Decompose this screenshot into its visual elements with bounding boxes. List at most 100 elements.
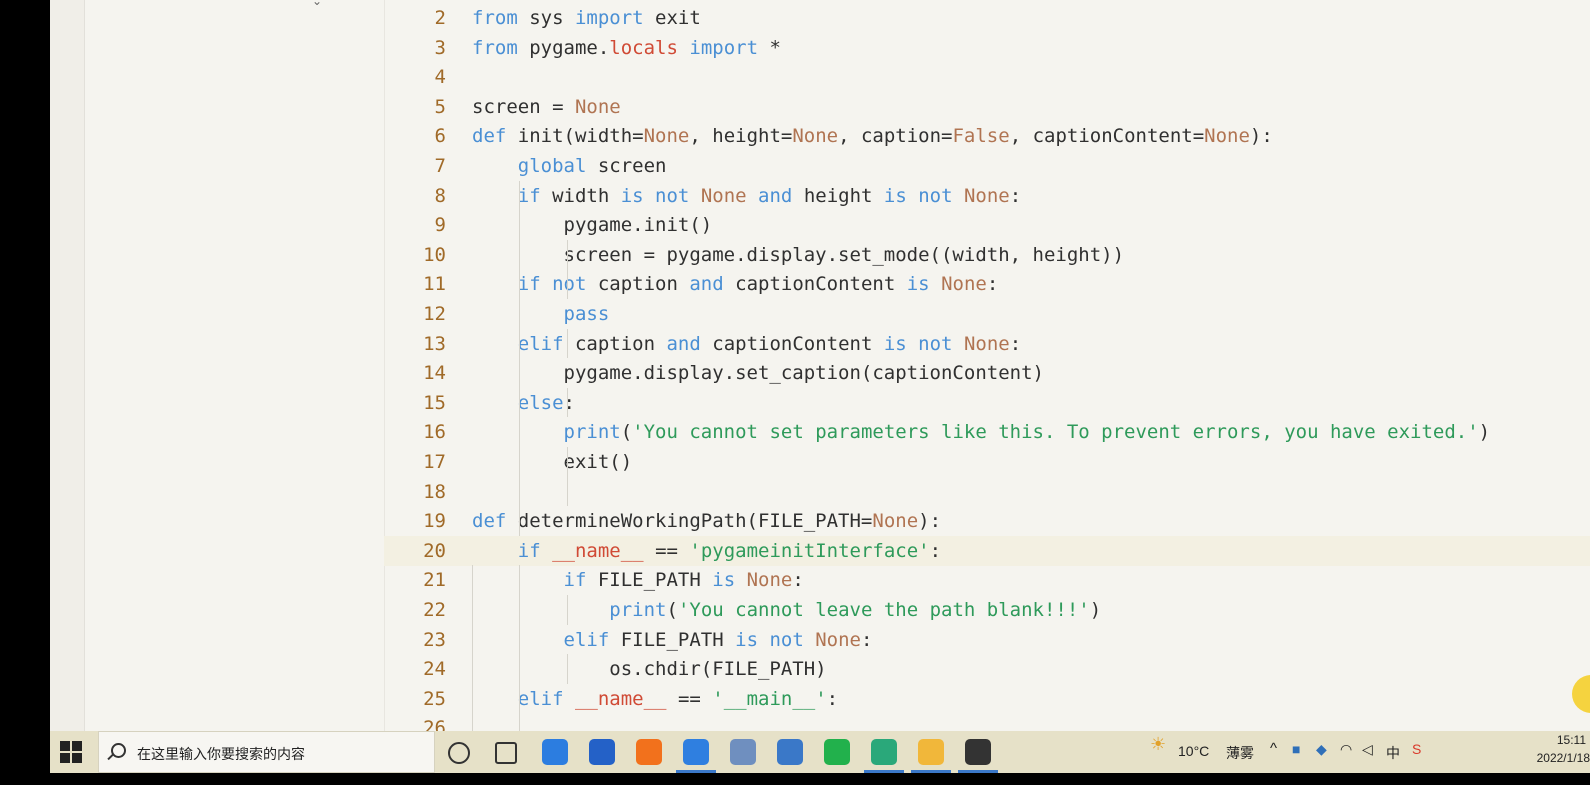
line-number: 23 [423,628,446,651]
code-line[interactable]: 11 if not caption and captionContent is … [384,269,1590,299]
code-line[interactable]: 22 print('You cannot leave the path blan… [384,595,1590,625]
code-line[interactable]: 14 pygame.display.set_caption(captionCon… [384,358,1590,388]
remote-desktop-icon[interactable] [965,739,991,765]
code-token: height [792,184,884,207]
file-explorer-icon[interactable] [918,739,944,765]
code-text: print('You cannot set parameters like th… [472,417,1491,447]
clock-time[interactable]: 15:11 [1557,733,1586,747]
network-app-icon[interactable] [777,739,803,765]
code-token: None [1204,125,1250,148]
code-area[interactable]: 2 from sys import exit 3 from pygame.locals… [384,0,1590,731]
sogou-tray-icon[interactable]: S [1412,741,1421,757]
code-line[interactable]: 13 elif caption and captionContent is no… [384,329,1590,359]
file-tree-pane: ⌄ [84,0,385,731]
code-token: '__main__' [712,687,827,710]
code-line[interactable]: 19 def determineWorkingPath(FILE_PATH=Non… [384,506,1590,536]
code-token: , caption= [838,125,953,148]
code-token: screen = [472,95,575,118]
store-icon[interactable] [589,739,615,765]
code-line[interactable]: 25 elif __name__ == '__main__': [384,684,1590,714]
taskbar: 在这里输入你要搜索的内容 ☀ 10°C 薄雾 ^ ■ ◆ ◠ ◁ 中 S 15:… [50,731,1590,773]
code-token: pygame. [517,36,610,59]
code-line[interactable]: 6 def init(width=None, height=None, capti… [384,121,1590,151]
code-token: pass [563,303,610,325]
code-line[interactable]: 24 os.chdir(FILE_PATH) [384,654,1590,684]
code-line[interactable]: 16 print('You cannot set parameters like… [384,417,1590,447]
windows-start-icon[interactable] [60,741,82,763]
line-number: 20 [423,539,446,562]
code-token: ( [666,599,678,621]
shield-icon[interactable]: ◆ [1316,741,1327,758]
ime-indicator[interactable]: 中 [1386,743,1400,763]
line-number: 14 [423,362,446,385]
chevron-up-icon[interactable]: ^ [1270,740,1277,757]
code-line[interactable]: 12 pass [384,299,1590,329]
code-line[interactable]: 20 if __name__ == 'pygameinitInterface': [384,535,1590,566]
code-line[interactable]: 4 [384,62,1590,92]
code-text: def determineWorkingPath(FILE_PATH=None)… [472,506,941,536]
code-token: def [472,125,507,148]
green-app-icon[interactable] [871,739,897,765]
code-line[interactable]: 15 else: [384,388,1590,418]
code-token: os.chdir(FILE_PATH) [472,658,827,681]
wechat-icon[interactable] [824,739,850,765]
code-text: pass [472,299,610,329]
line-number: 2 [434,7,446,29]
code-token: , height= [689,125,793,148]
code-line[interactable]: 23 elif FILE_PATH is not None: [384,625,1590,655]
code-text: if FILE_PATH is None: [472,565,804,595]
taskbar-search-input[interactable]: 在这里输入你要搜索的内容 [98,731,435,773]
code-text: pygame.init() [472,210,713,240]
code-token: and [689,273,724,296]
code-line[interactable]: 7 global screen [384,151,1590,181]
weather-desc[interactable]: 薄雾 [1226,743,1254,763]
mail-icon[interactable] [542,739,568,765]
tree-resize-handle[interactable]: ⌄ [312,0,322,8]
code-token: exit [643,7,701,29]
line-number: 18 [423,480,446,503]
clock-date[interactable]: 2022/1/18 [1537,751,1590,765]
indent-guide [567,447,568,507]
code-line[interactable]: 10 screen = pygame.display.set_mode((wid… [384,240,1590,270]
code-line[interactable]: 26 [384,713,1590,731]
code-token: captionContent [700,332,884,355]
indent-guide [519,180,520,536]
code-line[interactable]: 21 if FILE_PATH is None: [384,565,1590,595]
code-token: elif [563,628,610,651]
security-icon[interactable]: ■ [1292,741,1300,757]
task-view-icon[interactable] [495,742,517,764]
weather-temp[interactable]: 10°C [1178,743,1209,759]
volume-icon[interactable]: ◁ [1362,741,1373,758]
line-number: 8 [434,184,446,207]
code-token: 'pygameinitInterface' [689,539,930,562]
code-text: from pygame.locals import * [472,33,781,63]
code-line[interactable]: 9 pygame.init() [384,210,1590,240]
wifi-icon[interactable]: ◠ [1340,741,1352,758]
code-token: False [952,125,1010,148]
code-token: : [986,273,999,296]
code-line[interactable]: 8 if width is not None and height is not… [384,181,1590,211]
line-number: 19 [423,510,446,533]
code-line[interactable]: 5 screen = None [384,92,1590,122]
code-text: if width is not None and height is not N… [472,181,1021,211]
code-token: sys [517,7,575,29]
code-token: init(width= [506,125,644,148]
code-token: else [517,391,564,414]
code-line[interactable]: 17 exit() [384,447,1590,477]
code-token: if [563,569,587,592]
cortana-icon[interactable] [448,742,470,764]
code-line[interactable]: 2 from sys import exit [384,3,1590,33]
code-line[interactable]: 3 from pygame.locals import * [384,33,1590,63]
drive-icon[interactable] [730,739,756,765]
code-line[interactable]: 18 [384,477,1590,507]
code-token: caption [586,273,690,296]
sogou-icon[interactable] [683,739,709,765]
code-token: screen [586,155,667,177]
orange-app-icon[interactable] [636,739,662,765]
